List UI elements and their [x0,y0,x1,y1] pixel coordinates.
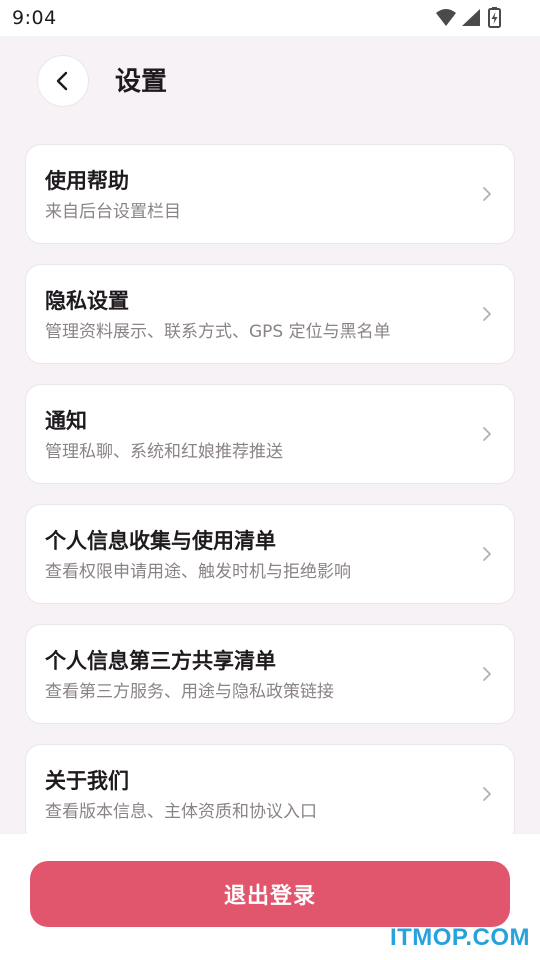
wifi-icon [436,9,456,26]
page-title: 设置 [115,67,168,97]
chevron-right-icon [483,547,491,561]
chevron-right-icon [483,307,491,321]
chevron-right-icon [483,787,491,801]
settings-item-subtitle: 查看版本信息、主体资质和协议入口 [45,802,317,822]
settings-item-title: 通知 [45,409,87,433]
chevron-right-icon [483,427,491,441]
logout-button[interactable]: 退出登录 [30,861,510,927]
chevron-right-icon [483,667,491,681]
header: 设置 [0,36,540,128]
settings-item-subtitle: 管理私聊、系统和红娘推荐推送 [45,442,283,462]
chevron-right-icon [483,187,491,201]
settings-item-info-collection[interactable]: 个人信息收集与使用清单 查看权限申请用途、触发时机与拒绝影响 [25,504,515,604]
settings-item-subtitle: 来自后台设置栏目 [45,202,181,222]
settings-item-title: 关于我们 [45,769,129,793]
status-bar: 9:04 [0,0,540,36]
settings-item-subtitle: 管理资料展示、联系方式、GPS 定位与黑名单 [45,322,391,342]
settings-item-title: 个人信息收集与使用清单 [45,529,276,553]
settings-item-about[interactable]: 关于我们 查看版本信息、主体资质和协议入口 [25,744,515,844]
status-time: 9:04 [12,7,57,29]
chevron-left-icon [56,71,68,91]
back-button[interactable] [37,55,89,107]
battery-charging-icon [488,7,501,28]
settings-item-help[interactable]: 使用帮助 来自后台设置栏目 [25,144,515,244]
watermark-logo: ITMOP.COM [389,924,530,951]
signal-icon [462,9,480,26]
settings-item-subtitle: 查看第三方服务、用途与隐私政策链接 [45,682,334,702]
settings-item-subtitle: 查看权限申请用途、触发时机与拒绝影响 [45,562,351,582]
settings-item-third-party-sharing[interactable]: 个人信息第三方共享清单 查看第三方服务、用途与隐私政策链接 [25,624,515,724]
settings-item-title: 使用帮助 [45,169,129,193]
settings-item-title: 个人信息第三方共享清单 [45,649,276,673]
settings-item-privacy[interactable]: 隐私设置 管理资料展示、联系方式、GPS 定位与黑名单 [25,264,515,364]
settings-list: 使用帮助 来自后台设置栏目 隐私设置 管理资料展示、联系方式、GPS 定位与黑名… [25,144,515,864]
status-icons [434,6,502,30]
settings-item-notifications[interactable]: 通知 管理私聊、系统和红娘推荐推送 [25,384,515,484]
settings-item-title: 隐私设置 [45,289,129,313]
